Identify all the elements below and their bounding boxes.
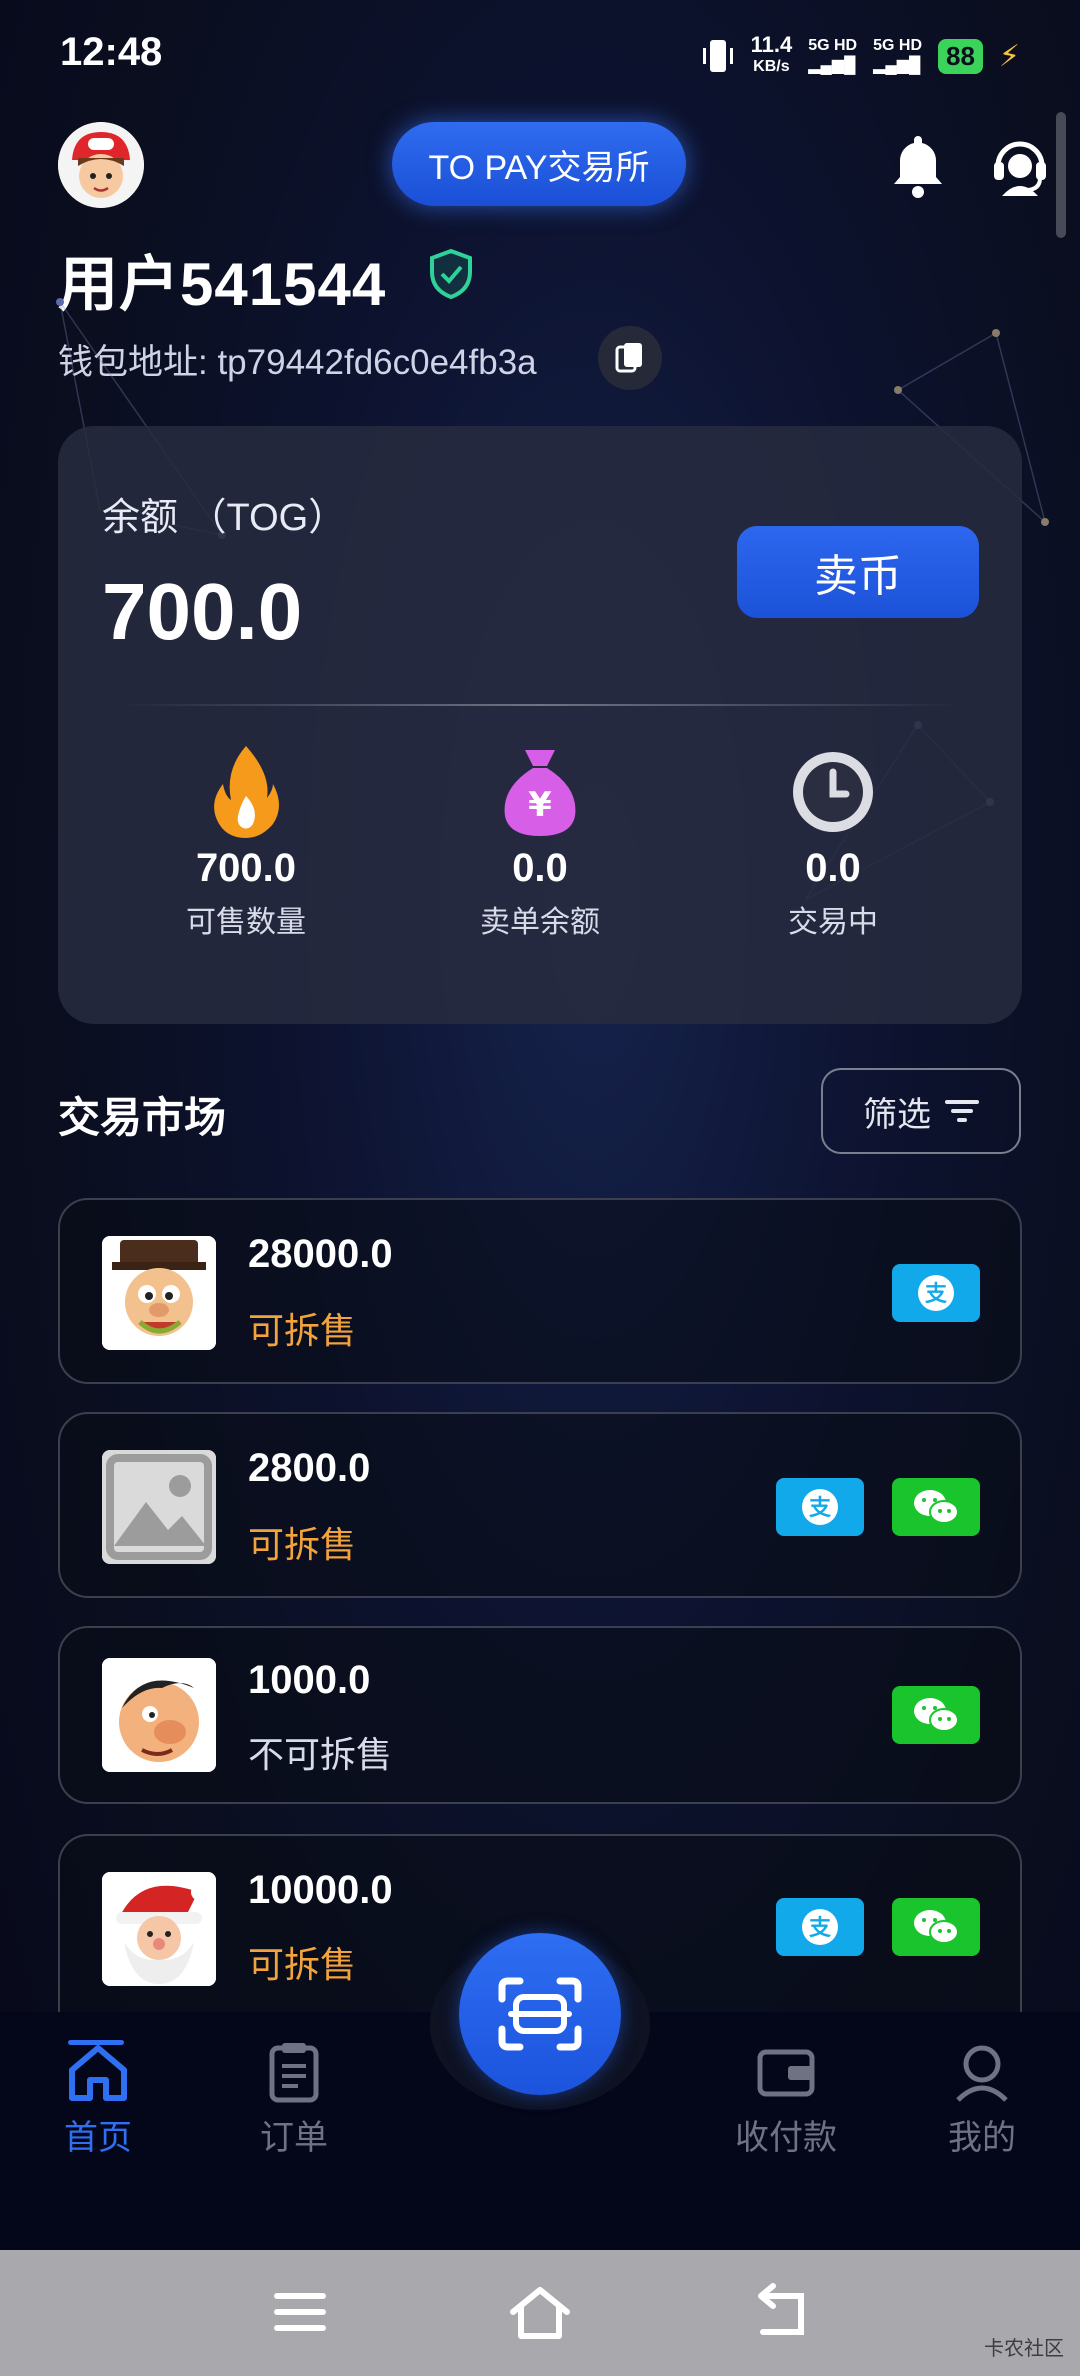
order-split-status: 可拆售 <box>248 1944 357 1985</box>
order-amount: 10000.0 <box>248 1868 393 1912</box>
alipay-icon: 支 <box>776 1898 864 1956</box>
clipboard-icon <box>262 2040 326 2104</box>
wechat-pay-icon <box>892 1478 980 1536</box>
svg-text:支: 支 <box>925 1282 948 1307</box>
clock-icon <box>788 740 878 840</box>
watermark: 卡农社区 <box>984 2338 1064 2360</box>
balance-value: 700.0 <box>102 567 303 656</box>
wallet-icon <box>754 2040 818 2104</box>
nav-mine[interactable]: 我的 <box>912 2040 1052 2159</box>
back-icon[interactable] <box>745 2282 815 2342</box>
nav-payments[interactable]: 收付款 <box>716 2040 856 2159</box>
order-amount: 1000.0 <box>248 1658 371 1702</box>
sell-coin-button[interactable]: 卖币 <box>737 526 979 618</box>
fire-icon <box>201 740 291 840</box>
scan-icon <box>498 1977 582 2051</box>
home-icon <box>66 2040 130 2104</box>
alipay-icon: 支 <box>892 1264 980 1322</box>
svg-text:支: 支 <box>809 1916 832 1941</box>
order-split-status: 不可拆售 <box>248 1734 393 1775</box>
order-amount: 28000.0 <box>248 1232 393 1276</box>
filter-button[interactable]: 筛选 <box>821 1068 1021 1154</box>
card-divider <box>118 704 962 706</box>
stat-sell-order-balance: ¥ 0.0 卖单余额 <box>390 740 690 941</box>
wechat-pay-icon <box>892 1898 980 1956</box>
home-system-icon[interactable] <box>505 2282 575 2342</box>
alipay-icon: 支 <box>776 1478 864 1536</box>
order-amount: 2800.0 <box>248 1446 371 1490</box>
user-icon <box>950 2040 1014 2104</box>
menu-icon[interactable] <box>265 2282 335 2342</box>
nav-orders[interactable]: 订单 <box>224 2040 364 2159</box>
seller-avatar <box>102 1872 216 1986</box>
stat-trading: 0.0 交易中 <box>683 740 983 941</box>
balance-label: 余额 （TOG） <box>102 497 347 539</box>
filter-icon <box>945 1100 979 1122</box>
market-title: 交易市场 <box>58 1094 227 1141</box>
svg-text:支: 支 <box>809 1496 832 1521</box>
nav-home[interactable]: 首页 <box>28 2040 168 2159</box>
image-placeholder-icon <box>102 1450 216 1564</box>
order-split-status: 可拆售 <box>248 1310 357 1351</box>
market-order-row[interactable]: 28000.0 可拆售 支 <box>58 1198 1022 1384</box>
seller-avatar-placeholder <box>102 1450 216 1564</box>
seller-avatar <box>102 1236 216 1350</box>
stat-available: 700.0 可售数量 <box>96 740 396 941</box>
seller-avatar <box>102 1658 216 1772</box>
scan-button[interactable] <box>459 1933 621 2095</box>
filter-label: 筛选 <box>863 1095 931 1134</box>
wechat-pay-icon <box>892 1686 980 1744</box>
svg-text:¥: ¥ <box>528 785 552 825</box>
order-split-status: 可拆售 <box>248 1524 357 1565</box>
market-order-row[interactable]: 2800.0 可拆售 支 <box>58 1412 1022 1598</box>
market-order-row[interactable]: 1000.0 不可拆售 <box>58 1626 1022 1804</box>
money-bag-icon: ¥ <box>495 740 585 840</box>
